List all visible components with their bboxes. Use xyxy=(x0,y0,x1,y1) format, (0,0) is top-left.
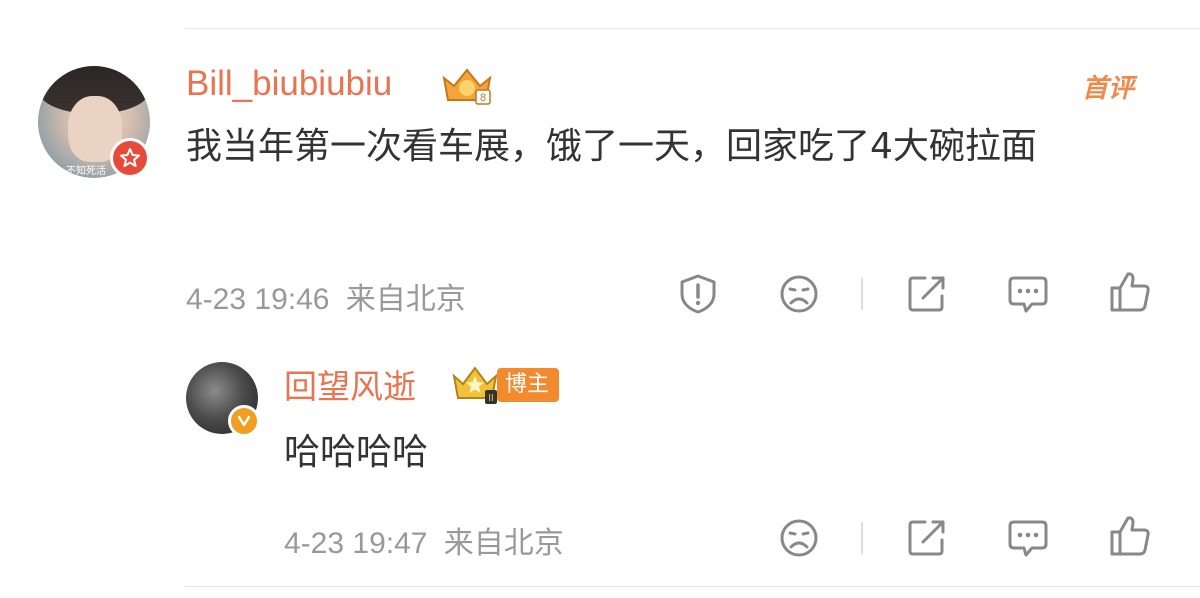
comment-text: 我当年第一次看车展，饿了一天，回家吃了4大碗拉面 xyxy=(186,126,1037,167)
crown-icon: II xyxy=(452,366,498,404)
username[interactable]: Bill_biubiubiu xyxy=(186,64,392,104)
reply-text: 哈哈哈哈 xyxy=(284,432,429,473)
sad-face-icon[interactable] xyxy=(777,272,821,316)
svg-text:8: 8 xyxy=(480,92,486,104)
reply-location: 来自北京 xyxy=(443,527,564,560)
first-comment-badge: 首评 xyxy=(1082,74,1135,104)
reply-username[interactable]: 回望风逝 xyxy=(284,360,416,408)
verified-badge-icon xyxy=(228,405,260,437)
blogger-tag: 博主 xyxy=(497,368,560,402)
share-icon[interactable] xyxy=(905,272,949,316)
action-separator xyxy=(861,278,863,310)
verified-badge-icon xyxy=(110,138,150,178)
comment-bubble-icon[interactable] xyxy=(1006,516,1050,560)
comment-location: 来自北京 xyxy=(345,283,466,316)
crown-icon: 8 xyxy=(442,68,492,105)
thumbs-up-icon[interactable] xyxy=(1108,514,1152,558)
avatar-caption: 不知死活 xyxy=(66,166,106,177)
svg-text:II: II xyxy=(488,393,494,404)
bottom-divider xyxy=(185,586,1200,587)
comment-time: 4-23 19:46 xyxy=(186,283,330,316)
action-separator xyxy=(861,522,863,554)
comment-bubble-icon[interactable] xyxy=(1006,272,1050,316)
top-divider xyxy=(185,28,1200,29)
sad-face-icon[interactable] xyxy=(777,516,821,560)
reply-time: 4-23 19:47 xyxy=(284,527,428,560)
reply-meta: 4-23 19:47 来自北京 xyxy=(284,518,564,562)
comment-meta: 4-23 19:46 来自北京 xyxy=(186,274,466,318)
thumbs-up-icon[interactable] xyxy=(1108,270,1152,314)
shield-exclamation-icon[interactable] xyxy=(676,272,720,316)
share-icon[interactable] xyxy=(905,516,949,560)
